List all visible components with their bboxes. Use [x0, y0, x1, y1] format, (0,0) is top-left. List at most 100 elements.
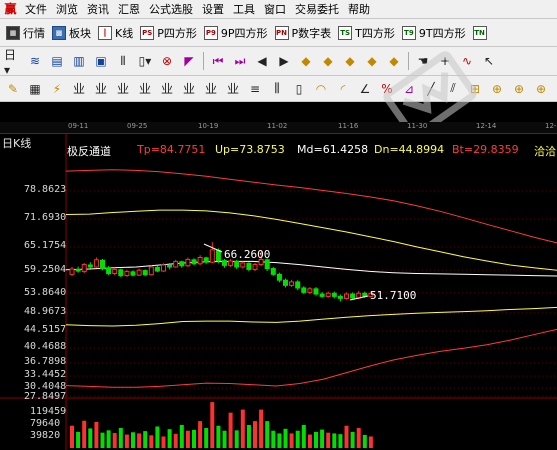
volume-bar	[124, 434, 129, 448]
spring-icon[interactable]: ≋	[26, 52, 44, 70]
candle-body	[319, 293, 325, 297]
candle-body	[167, 264, 173, 268]
diamond-zoom-icon[interactable]: ◆	[385, 52, 403, 70]
diamond-down-icon[interactable]: ◆	[363, 52, 381, 70]
candle-body	[161, 264, 166, 272]
volume-bar	[338, 434, 343, 448]
last-icon[interactable]: ⏭	[231, 52, 249, 70]
channel-line-dn	[65, 306, 557, 327]
chart-area[interactable]	[0, 124, 557, 450]
volume-bar	[271, 430, 276, 448]
volume-bar	[301, 424, 306, 448]
volume-bar	[76, 431, 81, 448]
candle-body	[154, 266, 160, 272]
gann-icon[interactable]: ⚡	[48, 80, 66, 98]
diamond-up-icon[interactable]: ◆	[341, 52, 359, 70]
gann-box-icon[interactable]: ⊞	[466, 80, 484, 98]
fan-icon[interactable]: ◜	[334, 80, 352, 98]
hand-icon[interactable]: ☚	[414, 52, 432, 70]
menu-tools[interactable]: 工具	[230, 1, 261, 17]
bars-icon[interactable]: ⫼	[268, 80, 286, 98]
fork5-icon[interactable]: 业	[158, 80, 176, 98]
gann-grid-icon[interactable]: ⊕	[510, 80, 528, 98]
volume-bar	[161, 436, 166, 448]
blocks-icon: ▩	[52, 25, 66, 40]
menu-help[interactable]: 帮助	[345, 1, 376, 17]
candle-body	[75, 268, 81, 272]
diamond-left-icon[interactable]: ◆	[297, 52, 315, 70]
gann-sq-icon[interactable]: ⊕	[532, 80, 550, 98]
p-number-table-button[interactable]: PN P数字表	[274, 25, 331, 41]
menu-file[interactable]: 文件	[22, 1, 53, 17]
panel-icon[interactable]: ▣	[92, 52, 110, 70]
menu-formula[interactable]: 公式选股	[146, 1, 199, 17]
box-icon[interactable]: ▯	[290, 80, 308, 98]
volume-bar	[295, 430, 300, 448]
flag-icon[interactable]: ◤	[180, 52, 198, 70]
volume-bar	[70, 425, 74, 448]
slash-icon[interactable]: ╱	[422, 80, 440, 98]
pattern-icon[interactable]: ⊗	[158, 52, 176, 70]
level-icon[interactable]: ⫴	[114, 52, 132, 70]
volume-bar	[314, 431, 318, 448]
arc-icon[interactable]: ◠	[312, 80, 330, 98]
angle-icon[interactable]: ∠	[356, 80, 374, 98]
pencil-icon[interactable]: ✎	[4, 80, 22, 98]
p-square-button[interactable]: PS P四方形	[140, 25, 197, 41]
volume-bar	[253, 421, 257, 448]
fork6-icon[interactable]: 业	[180, 80, 198, 98]
cursor-icon[interactable]: ↖	[480, 52, 498, 70]
fork4-icon[interactable]: 业	[136, 80, 154, 98]
candle-body	[252, 264, 258, 270]
kline-button[interactable]: ┃ K线	[98, 25, 133, 41]
line-tool-toolbar: ✎ ▦ ⚡ 业 业 业 业 业 业 业 业 ≡ ⫼ ▯ ◠ ◜ ∠ % ⊿ ╱ …	[0, 76, 557, 102]
low-price-annotation: 51.7100	[370, 289, 417, 302]
pn-icon: PN	[274, 25, 289, 40]
menu-trade[interactable]: 交易委托	[292, 1, 345, 17]
diamond-right-icon[interactable]: ◆	[319, 52, 337, 70]
first-icon[interactable]: ⏮	[209, 52, 227, 70]
wave-icon[interactable]: ∿	[458, 52, 476, 70]
prev-icon[interactable]: ◀	[253, 52, 271, 70]
next-icon[interactable]: ▶	[275, 52, 293, 70]
calculator-icon[interactable]: ▦	[26, 80, 44, 98]
gann-fan-icon[interactable]: ⊕	[488, 80, 506, 98]
quote-button[interactable]: ▦ 行情	[6, 25, 45, 41]
menu-window[interactable]: 窗口	[261, 1, 292, 17]
candle-type-icon[interactable]: ▯▾	[136, 52, 154, 70]
candle-body	[203, 257, 209, 263]
date-label: 10-19	[198, 122, 219, 130]
grid-lines-icon[interactable]: ≡	[246, 80, 264, 98]
crosshair-icon[interactable]: +	[436, 52, 454, 70]
dual-icon[interactable]: ⫽	[444, 80, 462, 98]
drawing-toolbar: 日▾ ≋ ▤ ▥ ▣ ⫴ ▯▾ ⊗ ◤ ⏮ ⏭ ◀ ▶ ◆ ◆ ◆ ◆ ◆ ☚ …	[0, 47, 557, 76]
t-square-button[interactable]: TS T四方形	[338, 25, 395, 41]
candle-body	[313, 288, 319, 295]
fork2-icon[interactable]: 业	[92, 80, 110, 98]
layout-icon[interactable]: ▤	[48, 52, 66, 70]
9t-square-button[interactable]: T9 9T四方形	[401, 25, 466, 41]
menu-settings[interactable]: 设置	[199, 1, 230, 17]
fork3-icon[interactable]: 业	[114, 80, 132, 98]
tn-button[interactable]: TN	[472, 25, 490, 40]
sector-button[interactable]: ▩ 板块	[52, 25, 91, 41]
fork-icon[interactable]: 业	[70, 80, 88, 98]
candle-body	[87, 264, 93, 268]
menu-huien[interactable]: 汇恩	[115, 1, 146, 17]
columns-icon[interactable]: ▥	[70, 52, 88, 70]
9p-square-button[interactable]: P9 9P四方形	[203, 25, 268, 41]
t9-icon: T9	[401, 25, 416, 40]
price-chart[interactable]	[0, 124, 557, 450]
percent-icon[interactable]: %	[378, 80, 396, 98]
menu-browse[interactable]: 浏览	[53, 1, 84, 17]
candle-body	[301, 287, 307, 293]
fork8-icon[interactable]: 业	[224, 80, 242, 98]
volume-tick-label: 79640	[30, 418, 61, 429]
menu-info[interactable]: 资讯	[84, 1, 115, 17]
period-select-icon[interactable]: 日▾	[4, 48, 22, 76]
angle2-icon[interactable]: ⊿	[400, 80, 418, 98]
fork7-icon[interactable]: 业	[202, 80, 220, 98]
candle-body	[179, 261, 185, 267]
volume-bar	[185, 430, 190, 448]
candle-body	[283, 279, 288, 286]
